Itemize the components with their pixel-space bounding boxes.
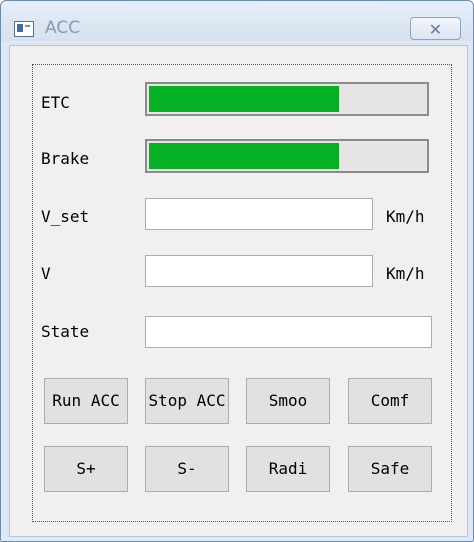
state-label: State: [41, 322, 90, 341]
smoo-button[interactable]: Smoo: [246, 378, 330, 424]
acc-window: ACC ✕ ETC Brake V_set Km/h V Km/h State …: [0, 0, 474, 542]
v-set-field[interactable]: [145, 198, 373, 230]
brake-progress-bar: [145, 139, 429, 173]
close-button[interactable]: ✕: [410, 17, 461, 40]
etc-progress-bar: [145, 82, 429, 116]
title-bar[interactable]: ACC ✕: [1, 1, 473, 41]
brake-progress-fill: [149, 143, 340, 169]
run-acc-button[interactable]: Run ACC: [44, 378, 128, 424]
radi-button[interactable]: Radi: [246, 446, 330, 492]
client-area: ETC Brake V_set Km/h V Km/h State Run AC…: [9, 45, 468, 537]
safe-button[interactable]: Safe: [348, 446, 432, 492]
stop-acc-button[interactable]: Stop ACC: [145, 378, 229, 424]
v-field[interactable]: [145, 255, 373, 287]
etc-label: ETC: [41, 93, 70, 112]
etc-progress-fill: [149, 86, 340, 112]
s-minus-button[interactable]: S-: [145, 446, 229, 492]
state-field[interactable]: [145, 316, 432, 348]
window-title: ACC: [45, 18, 81, 38]
comf-button[interactable]: Comf: [348, 378, 432, 424]
v-unit: Km/h: [386, 264, 425, 283]
s-plus-button[interactable]: S+: [44, 446, 128, 492]
v-label: V: [41, 264, 51, 283]
brake-label: Brake: [41, 149, 90, 168]
v-set-unit: Km/h: [386, 207, 425, 226]
v-set-label: V_set: [41, 207, 90, 226]
app-window-icon: [14, 21, 34, 37]
